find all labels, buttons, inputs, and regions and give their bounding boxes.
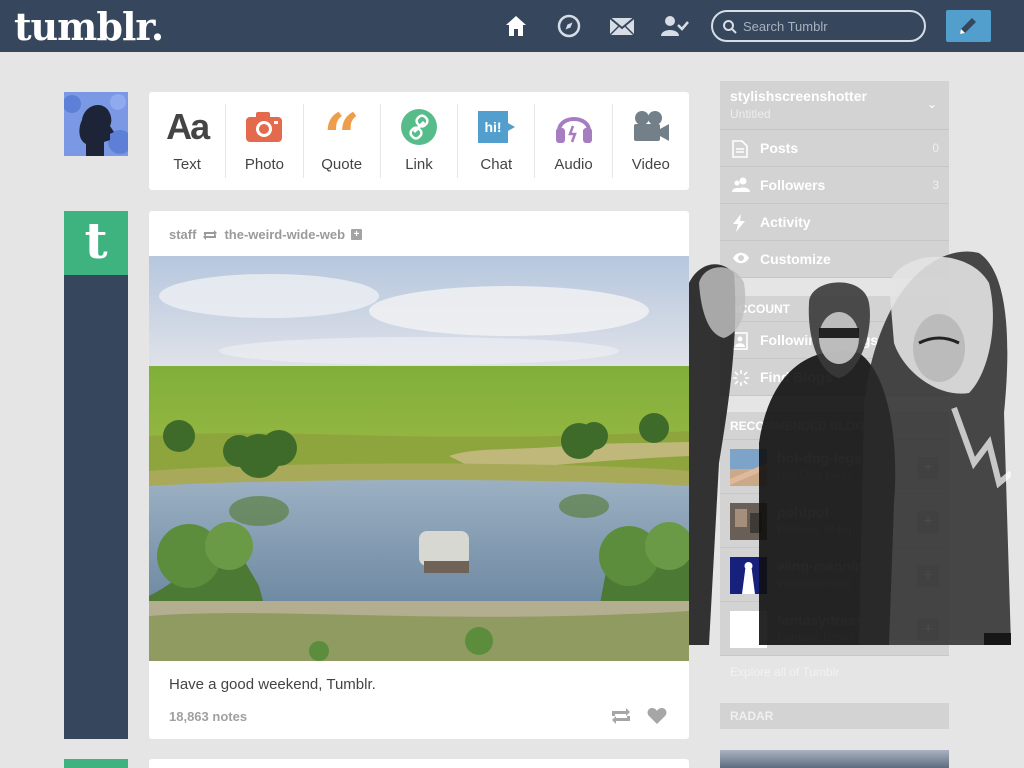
tumblr-logo[interactable]: tumblr. xyxy=(14,4,164,49)
blog-thumbnail[interactable] xyxy=(730,557,767,594)
home-icon[interactable] xyxy=(504,14,528,38)
post-type-link[interactable]: Link xyxy=(381,104,459,178)
compose-button[interactable] xyxy=(946,10,991,42)
recommended-blog-item[interactable]: fantasydressup Fantasy Dress Up + xyxy=(720,602,949,656)
chat-icon: hi! xyxy=(458,104,534,150)
post-photo[interactable] xyxy=(149,256,689,661)
search-field[interactable] xyxy=(711,10,926,42)
reblog-icon[interactable] xyxy=(610,707,632,730)
lightning-icon xyxy=(733,214,745,232)
sidebar-item-customize[interactable]: Customize xyxy=(720,241,949,278)
post-type-video[interactable]: Video xyxy=(613,104,689,178)
post-type-quote[interactable]: “ Quote xyxy=(304,104,381,178)
user-avatar[interactable] xyxy=(64,92,128,156)
recommended-section-header: RECOMMENDED BLOGS xyxy=(720,412,949,440)
mail-icon[interactable] xyxy=(609,14,635,38)
svg-text:hi!: hi! xyxy=(485,119,502,135)
radar-image[interactable] xyxy=(720,750,949,768)
sidebar-item-find-blogs[interactable]: Find Blogs xyxy=(720,359,949,396)
search-icon xyxy=(723,20,737,34)
post-type-bar: Aa Text Photo “ Quote Link hi! Chat Audi… xyxy=(149,92,689,190)
sidebar-item-following[interactable]: Following 2 blogs 2 xyxy=(720,322,949,359)
tumblr-t-icon: t xyxy=(84,211,108,270)
compass-icon[interactable] xyxy=(557,14,581,38)
recommended-blog-item[interactable]: wing-manning Wingmanning + xyxy=(720,548,949,602)
follow-plus-icon[interactable]: + xyxy=(917,565,939,587)
video-camera-icon xyxy=(613,104,689,150)
blog-selector[interactable]: stylishscreenshotter Untitled ⌄ xyxy=(720,81,949,130)
blog-thumbnail[interactable] xyxy=(730,449,767,486)
follow-plus-icon[interactable]: + xyxy=(917,457,939,479)
post-type-chat[interactable]: hi! Chat xyxy=(458,104,536,178)
chevron-down-icon[interactable]: ⌄ xyxy=(927,97,937,111)
sparkle-icon xyxy=(733,370,749,386)
post-type-text[interactable]: Aa Text xyxy=(149,104,227,178)
explore-link[interactable]: Explore all of Tumblr xyxy=(730,665,839,679)
follow-plus-icon[interactable]: + xyxy=(351,229,363,240)
blog-thumbnail[interactable] xyxy=(730,503,767,540)
follow-plus-icon[interactable]: + xyxy=(917,511,939,533)
link-icon xyxy=(381,104,457,150)
reblog-small-icon xyxy=(203,229,218,240)
follow-plus-icon[interactable]: + xyxy=(917,619,939,641)
quote-icon: “ xyxy=(323,106,361,152)
sidebar-item-followers[interactable]: Followers 3 xyxy=(720,167,949,204)
document-icon xyxy=(732,140,748,158)
post-header: staff the-weird-wide-web + xyxy=(169,227,363,242)
account-section-header: ACCOUNT xyxy=(720,296,949,322)
headphones-icon xyxy=(535,104,611,150)
blog-thumbnail[interactable] xyxy=(730,611,767,648)
dashboard-post: staff the-weird-wide-web + Have a good w… xyxy=(149,211,689,739)
post-type-audio[interactable]: Audio xyxy=(535,104,613,178)
post-author-link[interactable]: staff xyxy=(169,227,196,242)
staff-avatar[interactable]: t xyxy=(64,211,128,275)
people-icon xyxy=(732,177,750,192)
top-navigation-bar: tumblr. xyxy=(0,0,1024,52)
eye-icon xyxy=(733,252,749,264)
radar-header: RADAR xyxy=(720,703,949,729)
blog-name: stylishscreenshotter xyxy=(730,88,867,104)
pencil-icon xyxy=(960,18,976,34)
next-post xyxy=(149,759,689,768)
post-type-photo[interactable]: Photo xyxy=(226,104,304,178)
post-caption: Have a good weekend, Tumblr. xyxy=(169,676,376,693)
next-post-avatar[interactable] xyxy=(64,759,128,768)
recommended-blog-item[interactable]: pohtpof Pictures of Hipsters T + xyxy=(720,494,949,548)
blog-title: Untitled xyxy=(730,107,771,121)
sidebar-item-posts[interactable]: Posts 0 xyxy=(720,130,949,167)
following-icon xyxy=(732,332,748,350)
camera-icon xyxy=(226,104,302,150)
recommended-blog-item[interactable]: hot-dog-legs Hot-Dog Legs + xyxy=(720,440,949,494)
search-input[interactable] xyxy=(743,17,913,35)
sidebar-item-activity[interactable]: Activity xyxy=(720,204,949,241)
reblog-source-link[interactable]: the-weird-wide-web xyxy=(224,227,345,242)
heart-icon[interactable] xyxy=(647,707,667,730)
text-icon: Aa xyxy=(166,106,210,147)
avatar-sticky-trail xyxy=(64,275,128,739)
account-icon[interactable] xyxy=(661,14,689,38)
post-notes-count[interactable]: 18,863 notes xyxy=(169,709,247,724)
